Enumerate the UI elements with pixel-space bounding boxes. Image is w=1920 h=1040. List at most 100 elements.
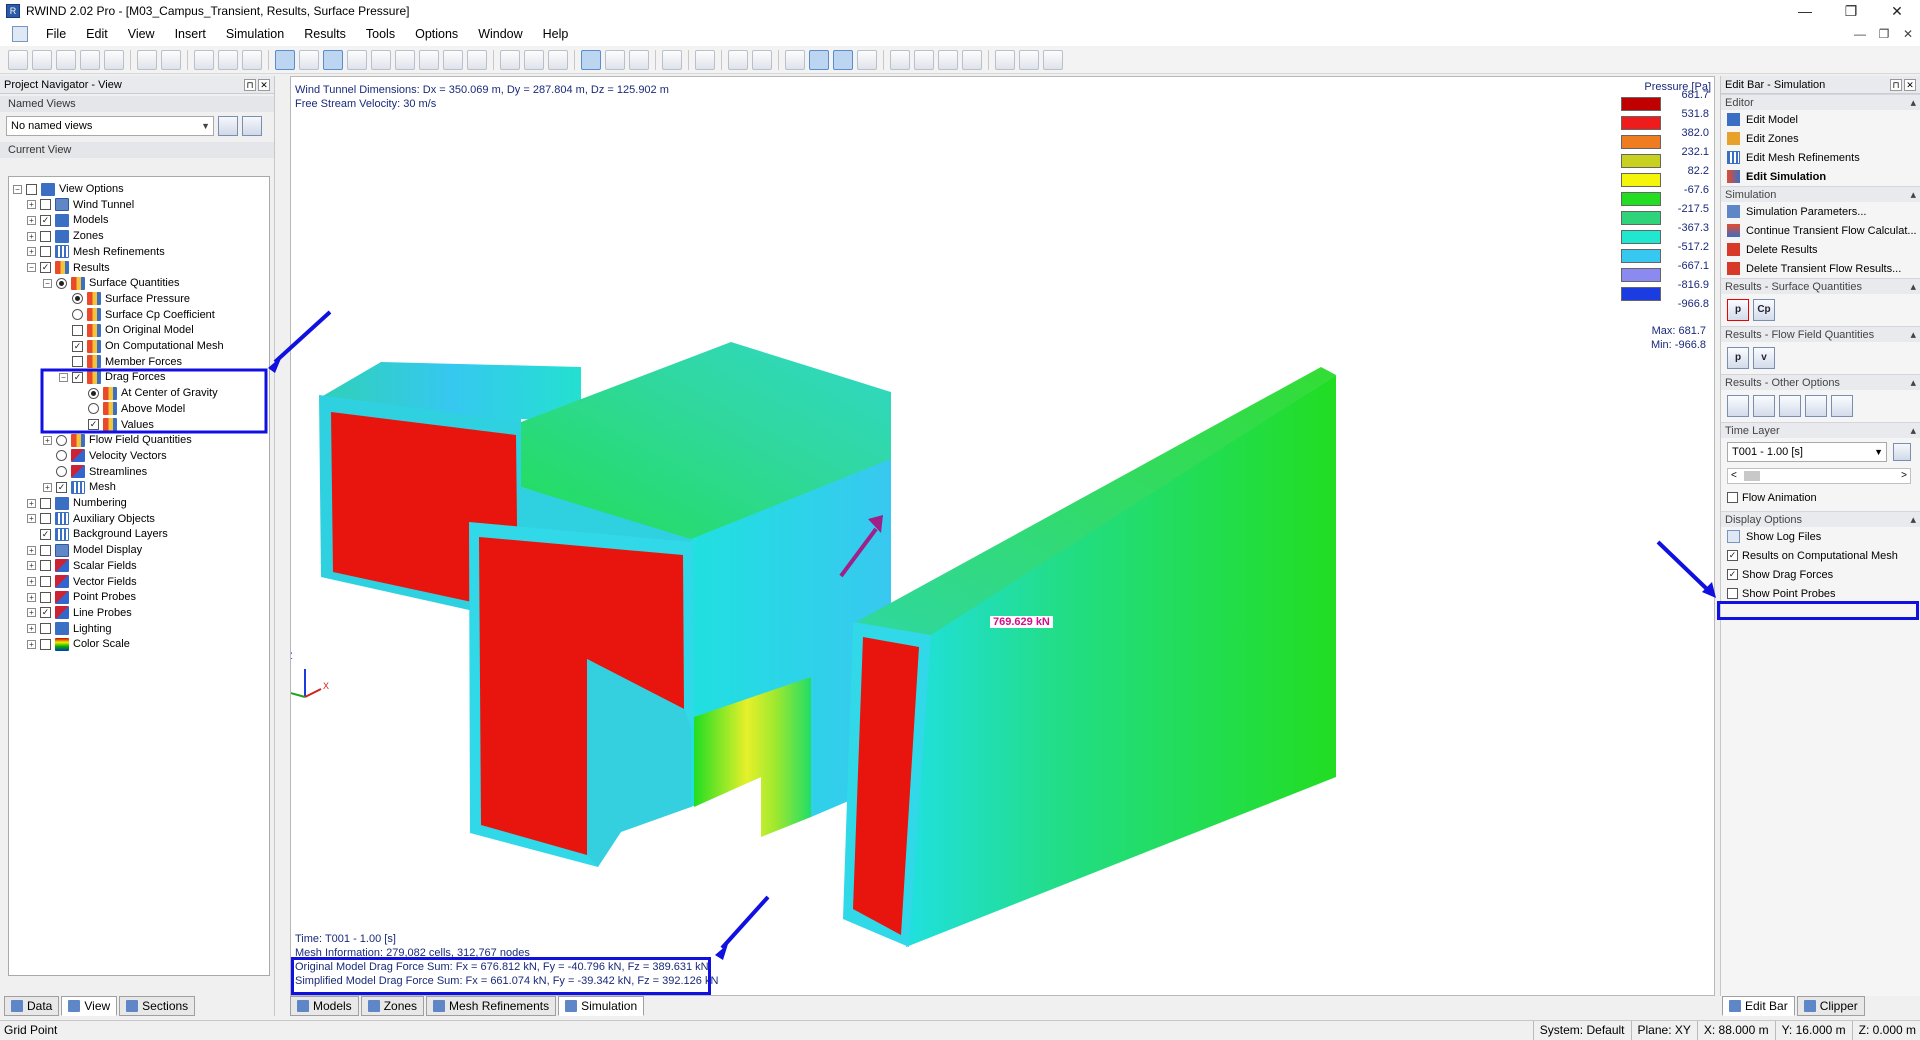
layers-icon[interactable]	[752, 49, 772, 70]
close-button[interactable]: ✕	[1874, 0, 1920, 22]
mdi-restore-button[interactable]: ❐	[1872, 22, 1896, 46]
expand-icon[interactable]: +	[27, 231, 36, 241]
show-drag-forces-checkbox[interactable]: ✓	[1727, 569, 1738, 580]
tree-item-surface-quantities[interactable]: − Surface Quantities	[43, 275, 180, 291]
tree-item-surface-pressure[interactable]: Surface Pressure	[72, 291, 190, 307]
tree-item-wind-tunnel[interactable]: + Wind Tunnel	[27, 197, 134, 213]
expand-icon[interactable]: +	[43, 435, 52, 445]
pressure-button[interactable]: p	[1727, 299, 1749, 321]
view-iso-icon[interactable]	[395, 49, 415, 70]
checkbox[interactable]	[40, 199, 51, 211]
tree-item-mesh[interactable]: + ✓ Mesh	[43, 479, 116, 495]
circle-icon[interactable]	[962, 49, 982, 70]
print-icon[interactable]	[104, 49, 124, 70]
tab-data[interactable]: Data	[4, 996, 60, 1016]
radio-button[interactable]	[88, 403, 99, 415]
probe-icon[interactable]	[1043, 49, 1063, 70]
tree-item-above-model[interactable]: Above Model	[88, 401, 185, 417]
scroll-left-icon[interactable]: <	[1731, 470, 1737, 481]
tree-item-at-center-of-gravity[interactable]: At Center of Gravity	[88, 385, 218, 401]
other-options-section[interactable]: Results - Other Options ▴	[1721, 374, 1920, 390]
square-icon[interactable]	[938, 49, 958, 70]
flow-animation-checkbox[interactable]	[1727, 492, 1738, 503]
menu-file[interactable]: File	[36, 22, 76, 46]
named-views-select[interactable]: No named views ▼	[6, 116, 214, 136]
streamlines-icon[interactable]	[1753, 395, 1775, 417]
menu-tools[interactable]: Tools	[356, 22, 405, 46]
radio-button[interactable]	[56, 466, 67, 478]
status-plane[interactable]: Plane: XY	[1630, 1021, 1691, 1040]
checkbox[interactable]	[26, 183, 37, 195]
edit-simulation-item[interactable]: Edit Simulation	[1721, 167, 1920, 186]
tree-item-numbering[interactable]: + Numbering	[27, 495, 127, 511]
view-front-icon[interactable]	[419, 49, 439, 70]
tree-item-streamlines[interactable]: Streamlines	[56, 464, 147, 480]
continue-transient-item[interactable]: Continue Transient Flow Calculat...	[1721, 221, 1920, 240]
expand-icon[interactable]: +	[27, 561, 36, 571]
radio-button[interactable]	[72, 309, 83, 321]
checkbox[interactable]	[72, 324, 83, 336]
editor-section[interactable]: Editor ▴	[1721, 94, 1920, 110]
rotate-left-icon[interactable]	[524, 49, 544, 70]
edit-model-item[interactable]: Edit Model	[1721, 110, 1920, 129]
checkbox[interactable]: ✓	[56, 481, 67, 493]
radio-button[interactable]	[56, 450, 67, 462]
checkbox[interactable]	[40, 560, 51, 572]
checkbox[interactable]: ✓	[40, 607, 51, 619]
pan-icon[interactable]	[323, 49, 343, 70]
tree-item-color-scale[interactable]: + Color Scale	[27, 636, 130, 652]
tree-item-surface-cp-coefficient[interactable]: Surface Cp Coefficient	[72, 307, 215, 323]
show-drag-forces-option[interactable]: ✓ Show Drag Forces	[1721, 565, 1920, 584]
vectors-icon[interactable]	[1727, 395, 1749, 417]
mdi-close-button[interactable]: ✕	[1896, 22, 1920, 46]
save-view-icon[interactable]	[242, 116, 262, 136]
tab-mesh-refinements[interactable]: Mesh Refinements	[426, 996, 557, 1016]
checkbox[interactable]	[40, 623, 51, 635]
tree-item-auxiliary-objects[interactable]: + Auxiliary Objects	[27, 511, 155, 527]
expand-icon[interactable]: +	[43, 482, 52, 492]
slices-icon[interactable]	[1779, 395, 1801, 417]
tree-item-view-options[interactable]: − View Options	[13, 181, 124, 197]
menu-insert[interactable]: Insert	[165, 22, 216, 46]
checkbox[interactable]	[40, 638, 51, 650]
checkbox[interactable]: ✓	[72, 340, 83, 352]
display-mode-icon[interactable]	[662, 49, 682, 70]
collapse-icon[interactable]: −	[59, 372, 68, 382]
time-layer-section[interactable]: Time Layer ▴	[1721, 422, 1920, 438]
checkbox[interactable]	[40, 544, 51, 556]
redo-icon[interactable]	[161, 49, 181, 70]
mdi-minimize-button[interactable]: —	[1848, 22, 1872, 46]
section-icon[interactable]	[809, 49, 829, 70]
cp-button[interactable]: Cp	[1753, 299, 1775, 321]
expand-icon[interactable]: +	[27, 545, 36, 555]
tree-item-results[interactable]: − ✓ Results	[27, 260, 110, 276]
delete-transient-item[interactable]: Delete Transient Flow Results...	[1721, 259, 1920, 278]
tree-item-line-probes[interactable]: + ✓ Line Probes	[27, 605, 132, 621]
move-icon[interactable]	[785, 49, 805, 70]
rotate-icon[interactable]	[347, 49, 367, 70]
menu-options[interactable]: Options	[405, 22, 468, 46]
collapse-icon[interactable]: −	[43, 278, 52, 288]
maximize-button[interactable]: ❐	[1828, 0, 1874, 22]
rotate-right-icon[interactable]	[548, 49, 568, 70]
table-icon[interactable]	[1805, 395, 1827, 417]
minimize-button[interactable]: —	[1782, 0, 1828, 22]
simulation-section[interactable]: Simulation ▴	[1721, 186, 1920, 202]
open-file-icon[interactable]	[32, 49, 52, 70]
display-options-section[interactable]: Display Options ▴	[1721, 511, 1920, 527]
delete-results-item[interactable]: Delete Results	[1721, 240, 1920, 259]
scroll-right-icon[interactable]: >	[1901, 470, 1907, 481]
box-icon[interactable]	[890, 49, 910, 70]
tab-clipper[interactable]: Clipper	[1796, 996, 1865, 1016]
undo-icon[interactable]	[137, 49, 157, 70]
checkbox[interactable]: ✓	[88, 419, 99, 430]
menu-view[interactable]: View	[118, 22, 165, 46]
checkbox[interactable]	[40, 246, 51, 258]
line-icon[interactable]	[914, 49, 934, 70]
expand-icon[interactable]: +	[27, 514, 36, 524]
tree-item-models[interactable]: + ✓ Models	[27, 212, 108, 228]
tab-edit-bar[interactable]: Edit Bar	[1722, 996, 1795, 1016]
expand-icon[interactable]: +	[27, 200, 36, 210]
zoom-all-icon[interactable]	[467, 49, 487, 70]
expand-icon[interactable]: +	[27, 215, 36, 225]
